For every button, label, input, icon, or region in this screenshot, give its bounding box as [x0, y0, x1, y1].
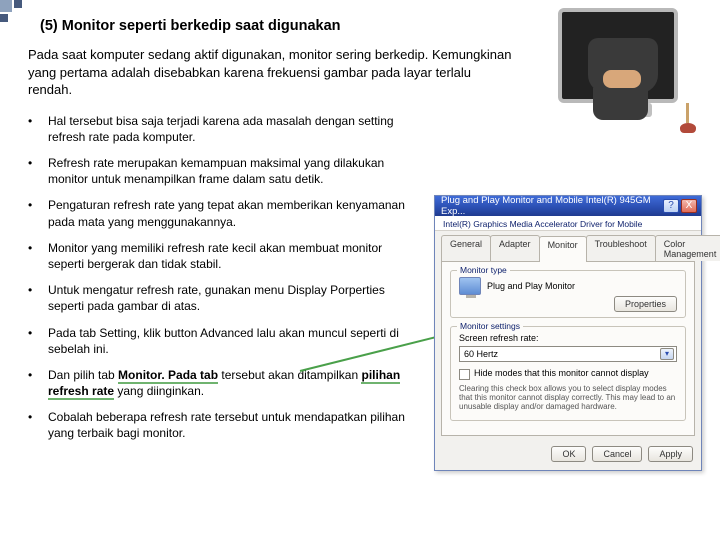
tab-general[interactable]: General — [441, 235, 491, 261]
cancel-button[interactable]: Cancel — [592, 446, 642, 462]
group-monitor-settings: Monitor settings Screen refresh rate: 60… — [450, 326, 686, 421]
group-title: Monitor settings — [457, 321, 523, 331]
chevron-down-icon[interactable]: ▾ — [660, 348, 674, 360]
illustration-person-in-monitor — [548, 8, 698, 138]
bullet-item: Cobalah beberapa refresh rate tersebut u… — [48, 409, 418, 441]
bullet-item: Dan pilih tab Monitor. Pada tab tersebut… — [48, 367, 418, 399]
group-title: Monitor type — [457, 265, 510, 275]
corner-decoration — [0, 0, 36, 36]
bullet-item: Hal tersebut bisa saja terjadi karena ad… — [48, 113, 418, 145]
refresh-rate-value: 60 Hertz — [464, 349, 498, 359]
apply-button[interactable]: Apply — [648, 446, 693, 462]
refresh-rate-label: Screen refresh rate: — [459, 333, 677, 343]
hide-modes-label: Hide modes that this monitor cannot disp… — [474, 368, 649, 378]
dialog-titlebar[interactable]: Plug and Play Monitor and Mobile Intel(R… — [435, 196, 701, 216]
tab-color-management[interactable]: Color Management — [655, 235, 720, 261]
bullet-item: Untuk mengatur refresh rate, gunakan men… — [48, 282, 418, 314]
help-button[interactable]: ? — [663, 199, 679, 213]
bullet-item: Pengaturan refresh rate yang tepat akan … — [48, 197, 418, 229]
bullet-item: Monitor yang memiliki refresh rate kecil… — [48, 240, 418, 272]
close-button[interactable]: X — [681, 199, 697, 213]
hide-modes-note: Clearing this check box allows you to se… — [459, 384, 677, 412]
tab-troubleshoot[interactable]: Troubleshoot — [586, 235, 656, 261]
dialog-title-text: Plug and Play Monitor and Mobile Intel(R… — [441, 195, 661, 217]
properties-button[interactable]: Properties — [614, 296, 677, 312]
tab-monitor[interactable]: Monitor — [539, 236, 587, 262]
dialog-tabs: General Adapter Monitor Troubleshoot Col… — [435, 231, 701, 261]
bullet-list: •Hal tersebut bisa saja terjadi karena a… — [28, 113, 418, 452]
display-properties-dialog: Plug and Play Monitor and Mobile Intel(R… — [434, 195, 702, 471]
intro-paragraph: Pada saat komputer sedang aktif digunaka… — [28, 46, 518, 99]
monitor-name-label: Plug and Play Monitor — [487, 281, 575, 291]
hide-modes-checkbox[interactable] — [459, 369, 470, 380]
dialog-subtitle: Intel(R) Graphics Media Accelerator Driv… — [435, 216, 701, 231]
monitor-icon — [459, 277, 481, 295]
bullet-item: Refresh rate merupakan kemampuan maksima… — [48, 155, 418, 187]
bullet-item: Pada tab Setting, klik button Advanced l… — [48, 325, 418, 357]
ok-button[interactable]: OK — [551, 446, 586, 462]
tab-adapter[interactable]: Adapter — [490, 235, 540, 261]
group-monitor-type: Monitor type Plug and Play Monitor Prope… — [450, 270, 686, 318]
refresh-rate-select[interactable]: 60 Hertz ▾ — [459, 346, 677, 362]
